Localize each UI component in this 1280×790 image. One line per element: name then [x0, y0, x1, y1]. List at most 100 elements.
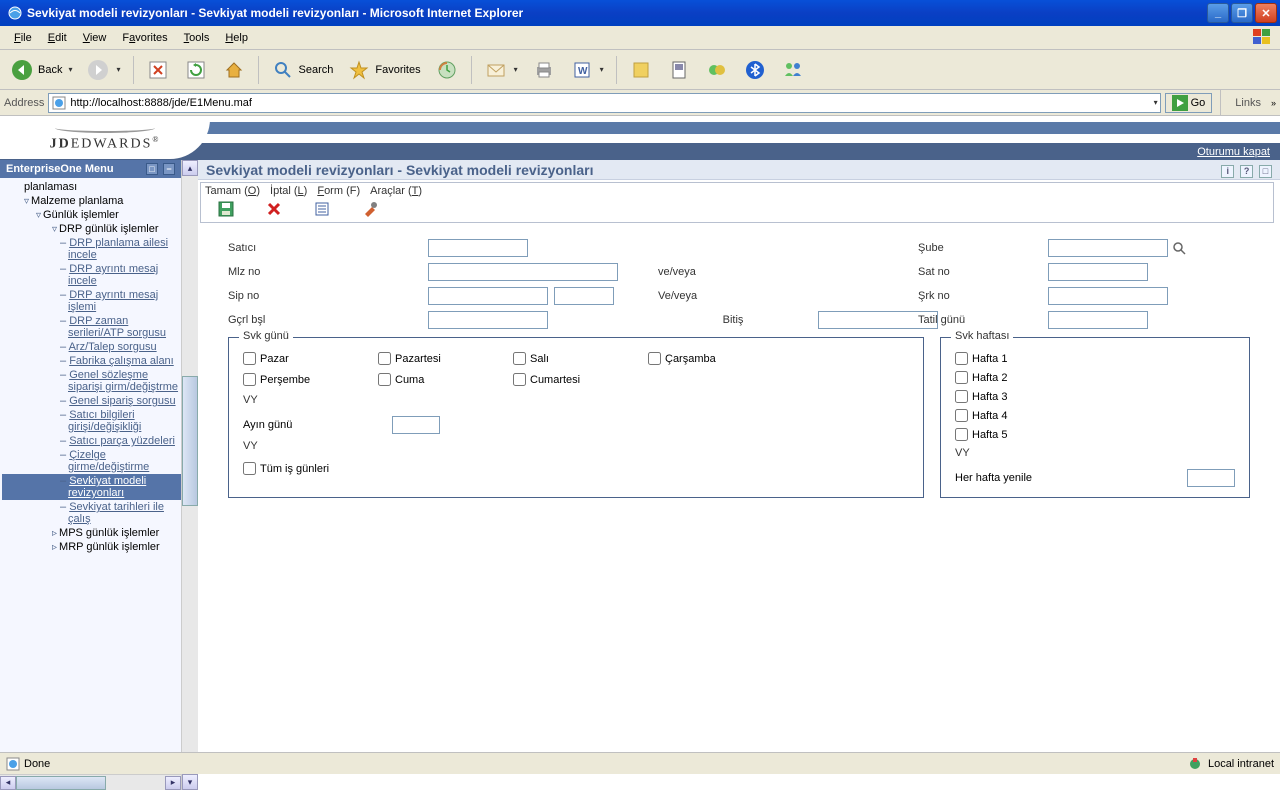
- menu-favorites[interactable]: Favorites: [114, 29, 175, 47]
- stop-button[interactable]: [140, 54, 176, 86]
- window-minimize-button[interactable]: _: [1207, 3, 1229, 23]
- hscroll-track[interactable]: [16, 776, 165, 790]
- save-icon[interactable]: [217, 200, 235, 218]
- input-satno[interactable]: [1048, 263, 1148, 281]
- vscroll-thumb[interactable]: [182, 376, 198, 506]
- tb-messenger-button[interactable]: [699, 54, 735, 86]
- nav-item[interactable]: DRP ayrıntı mesaj incele: [2, 262, 181, 288]
- cb-cuma[interactable]: Cuma: [378, 373, 513, 386]
- logout-link[interactable]: Oturumu kapat: [1197, 146, 1270, 158]
- status-done: Done: [24, 758, 50, 770]
- menu-edit[interactable]: Edit: [40, 29, 75, 47]
- print-button[interactable]: [526, 54, 562, 86]
- cb-hafta1[interactable]: Hafta 1: [955, 352, 1090, 365]
- address-dropdown[interactable]: ▾: [1154, 98, 1158, 107]
- cb-sali[interactable]: Salı: [513, 352, 648, 365]
- form-icon[interactable]: [313, 200, 331, 218]
- nav-item[interactable]: Genel sipariş sorgusu: [2, 394, 181, 408]
- hscroll-right[interactable]: ▸: [165, 776, 181, 790]
- nav-item[interactable]: Çizelge girme/değiştirme: [2, 448, 181, 474]
- window-close-button[interactable]: ✕: [1255, 3, 1277, 23]
- tb-device-button[interactable]: [661, 54, 697, 86]
- nav-item[interactable]: Arz/Talep sorgusu: [2, 340, 181, 354]
- favorites-button[interactable]: Favorites: [341, 54, 426, 86]
- menu-help[interactable]: Help: [217, 29, 256, 47]
- input-ayingunu[interactable]: [392, 416, 440, 434]
- nav-item[interactable]: Fabrika çalışma alanı: [2, 354, 181, 368]
- cb-pazartesi[interactable]: Pazartesi: [378, 352, 513, 365]
- input-srkno[interactable]: [1048, 287, 1168, 305]
- cb-tumis[interactable]: Tüm iş günleri: [243, 462, 909, 475]
- label-ayingunu: Ayın günü: [243, 419, 292, 431]
- input-tatilgunu[interactable]: [1048, 311, 1148, 329]
- nav-item[interactable]: Malzeme planlama: [2, 194, 181, 208]
- help-icon[interactable]: ?: [1240, 165, 1253, 178]
- main-layout: EnterpriseOne Menu □ − planlamasıMalzeme…: [0, 160, 1280, 790]
- nav-hscroll[interactable]: ◂ ▸: [0, 774, 181, 790]
- window-maximize-button[interactable]: ❐: [1231, 3, 1253, 23]
- nav-item[interactable]: planlaması: [2, 180, 181, 194]
- nav-item[interactable]: Satıcı parça yüzdeleri: [2, 434, 181, 448]
- tb-people-button[interactable]: [775, 54, 811, 86]
- cb-carsamba[interactable]: Çarşamba: [648, 352, 788, 365]
- cb-persembe[interactable]: Perşembe: [243, 373, 378, 386]
- nav-item[interactable]: Günlük işlemler: [2, 208, 181, 222]
- input-sipno[interactable]: [428, 287, 548, 305]
- cb-hafta4[interactable]: Hafta 4: [955, 409, 1090, 422]
- back-button[interactable]: Back ▾: [4, 54, 78, 86]
- hscroll-left[interactable]: ◂: [0, 776, 16, 790]
- home-button[interactable]: [216, 54, 252, 86]
- nav-item[interactable]: Genel sözleşme siparişi girm/değiştrme: [2, 368, 181, 394]
- action-tamam[interactable]: Tamam (O): [205, 185, 260, 197]
- forward-button[interactable]: ▾: [80, 54, 126, 86]
- search-sube-icon[interactable]: [1172, 241, 1186, 255]
- tb-yellow-button[interactable]: [623, 54, 659, 86]
- nav-item[interactable]: MPS günlük işlemler: [2, 526, 181, 540]
- content-vscroll[interactable]: ▴ ▾: [182, 160, 198, 790]
- cb-hafta3[interactable]: Hafta 3: [955, 390, 1090, 403]
- edit-button[interactable]: W▾: [564, 54, 610, 86]
- cb-pazar[interactable]: Pazar: [243, 352, 378, 365]
- menu-file[interactable]: File: [6, 29, 40, 47]
- vscroll-track[interactable]: [182, 176, 198, 774]
- close-page-icon[interactable]: □: [1259, 165, 1272, 178]
- cb-hafta5[interactable]: Hafta 5: [955, 428, 1090, 441]
- action-iptal[interactable]: İptal (L): [270, 185, 307, 197]
- vscroll-down[interactable]: ▾: [182, 774, 198, 790]
- input-satici[interactable]: [428, 239, 528, 257]
- nav-minimize-icon[interactable]: −: [163, 163, 175, 175]
- nav-item[interactable]: DRP günlük işlemler: [2, 222, 181, 236]
- vscroll-up[interactable]: ▴: [182, 160, 198, 176]
- nav-item[interactable]: MRP günlük işlemler: [2, 540, 181, 554]
- nav-collapse-icon[interactable]: □: [146, 163, 158, 175]
- hscroll-thumb[interactable]: [16, 776, 106, 790]
- cancel-icon[interactable]: [265, 200, 283, 218]
- nav-item[interactable]: DRP ayrıntı mesaj işlemi: [2, 288, 181, 314]
- history-button[interactable]: [429, 54, 465, 86]
- nav-item[interactable]: DRP zaman serileri/ATP sorgusu: [2, 314, 181, 340]
- cb-cumartesi[interactable]: Cumartesi: [513, 373, 648, 386]
- tb-bluetooth-button[interactable]: [737, 54, 773, 86]
- nav-item[interactable]: DRP planlama ailesi incele: [2, 236, 181, 262]
- input-sipno2[interactable]: [554, 287, 614, 305]
- input-heryenile[interactable]: [1187, 469, 1235, 487]
- go-button[interactable]: Go: [1165, 93, 1213, 113]
- search-button[interactable]: Search: [265, 54, 340, 86]
- menu-view[interactable]: View: [75, 29, 115, 47]
- refresh-button[interactable]: [178, 54, 214, 86]
- address-input[interactable]: [67, 97, 1151, 109]
- info-icon[interactable]: i: [1221, 165, 1234, 178]
- mail-button[interactable]: ▾: [478, 54, 524, 86]
- input-sube[interactable]: [1048, 239, 1168, 257]
- nav-item[interactable]: Sevkiyat modeli revizyonları: [2, 474, 181, 500]
- input-gcrlbsl[interactable]: [428, 311, 548, 329]
- action-araclar[interactable]: Araçlar (T): [370, 185, 422, 197]
- nav-item[interactable]: Sevkiyat tarihleri ile çalış: [2, 500, 181, 526]
- cb-hafta2[interactable]: Hafta 2: [955, 371, 1090, 384]
- menu-tools[interactable]: Tools: [176, 29, 218, 47]
- input-mlzno[interactable]: [428, 263, 618, 281]
- links-label[interactable]: Links: [1229, 97, 1267, 109]
- nav-item[interactable]: Satıcı bilgileri girişi/değişikliği: [2, 408, 181, 434]
- tools-icon[interactable]: [361, 200, 379, 218]
- action-form[interactable]: Form (F): [317, 185, 360, 197]
